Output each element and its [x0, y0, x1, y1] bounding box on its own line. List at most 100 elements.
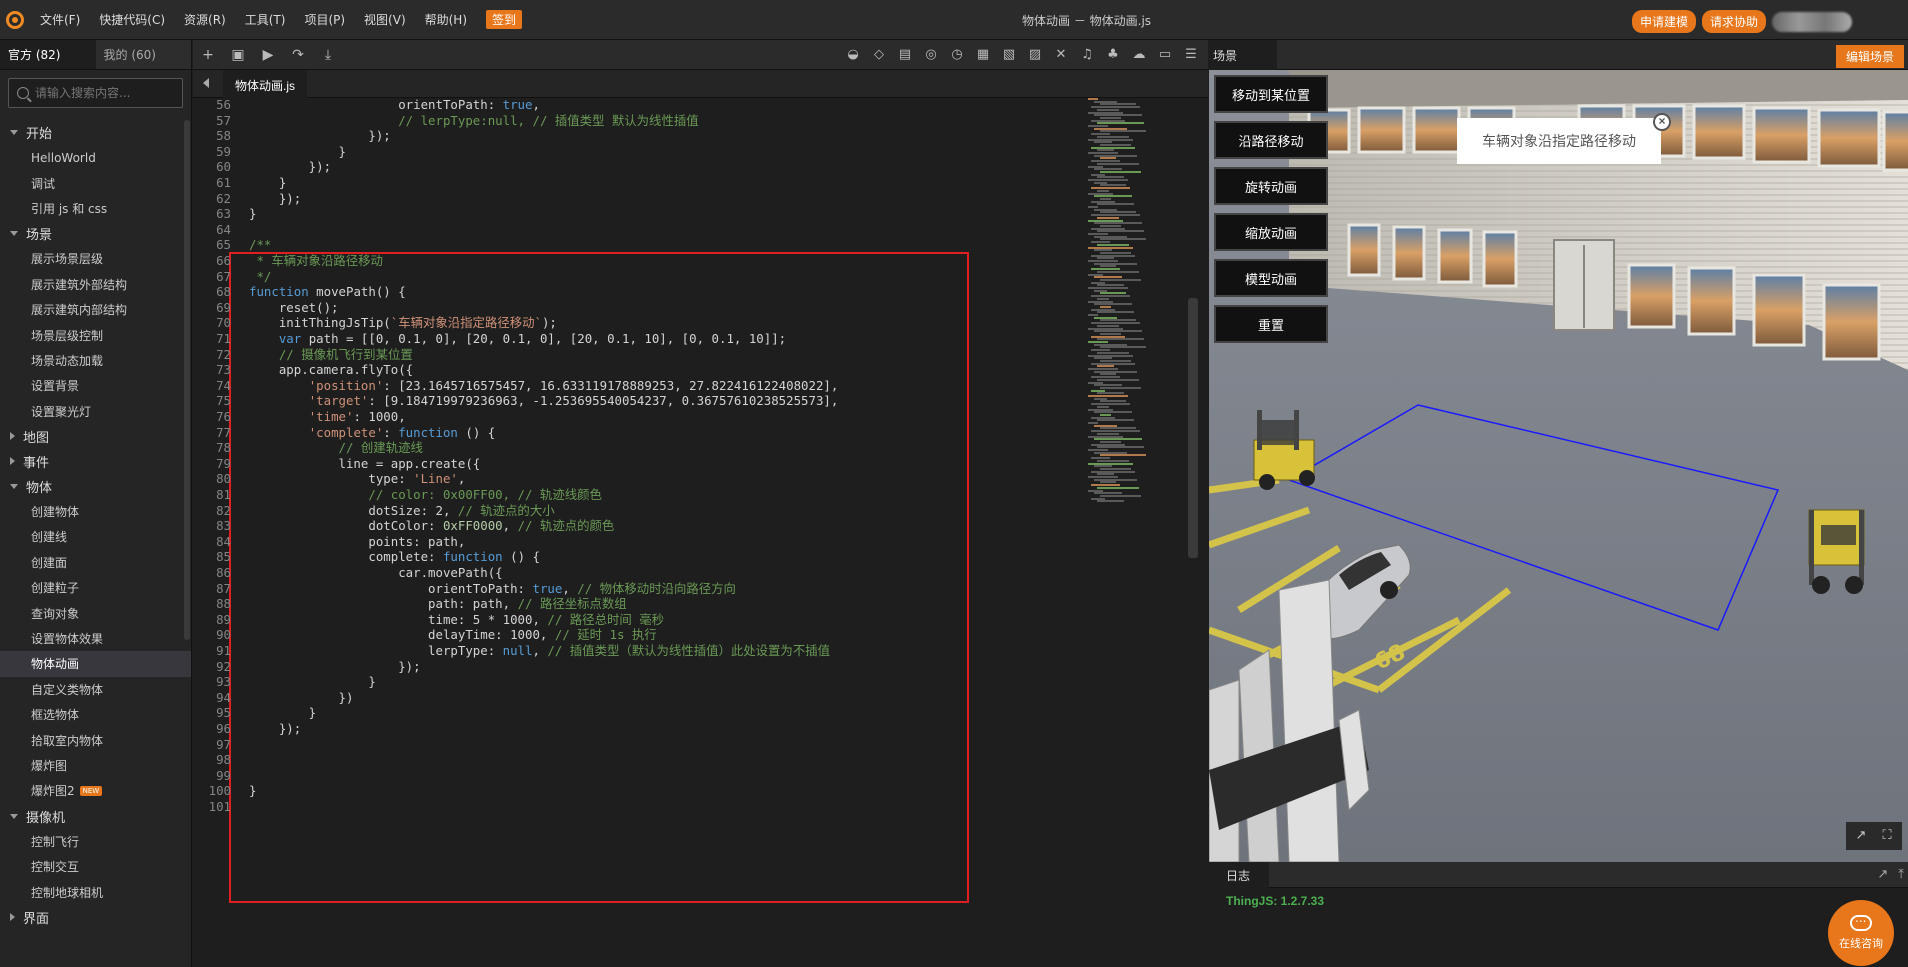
- building-icon[interactable]: ▤: [897, 47, 913, 63]
- user-avatar[interactable]: [1772, 11, 1852, 32]
- sidebar-item[interactable]: 设置背景: [0, 373, 191, 398]
- tab-file[interactable]: 物体动画.js: [223, 70, 308, 98]
- music-icon[interactable]: ♫: [1079, 47, 1095, 63]
- editor-scrollbar[interactable]: [1188, 298, 1198, 558]
- model-animation-button[interactable]: 模型动画: [1214, 259, 1328, 297]
- menu-help[interactable]: 帮助(H): [425, 11, 467, 28]
- menu-resources[interactable]: 资源(R): [184, 11, 226, 28]
- minimap-line: [1094, 208, 1117, 211]
- scene-viewport[interactable]: 68 移动到某位置 沿路径移动 旋转动画 缩放动画 模型动画 重置 车辆对象沿指…: [1209, 70, 1908, 862]
- cloud-icon[interactable]: ☁: [1131, 47, 1147, 63]
- sidebar-item[interactable]: 设置物体效果: [0, 626, 191, 651]
- apply-modeling-button[interactable]: 申请建模: [1631, 10, 1696, 33]
- minimap-line: [1091, 281, 1105, 284]
- reset-button[interactable]: 重置: [1214, 305, 1328, 343]
- tree-group[interactable]: 事件: [0, 449, 191, 474]
- fullscreen-icon[interactable]: ⛶: [1876, 826, 1898, 846]
- tab-mine[interactable]: 我的 (60): [96, 40, 192, 69]
- sidebar-item[interactable]: 爆炸图: [0, 753, 191, 778]
- move-to-position-button[interactable]: 移动到某位置: [1214, 75, 1328, 113]
- sidebar-item[interactable]: 展示建筑外部结构: [0, 272, 191, 297]
- window-title: 物体动画 － 物体动画.js: [1022, 14, 1152, 28]
- minimap-line: [1100, 319, 1136, 322]
- tab-official[interactable]: 官方 (82): [0, 40, 96, 69]
- cube-icon[interactable]: ◇: [871, 47, 887, 63]
- menu-snippets[interactable]: 快捷代码(C): [99, 11, 165, 28]
- clock-icon[interactable]: ◷: [949, 47, 965, 63]
- menu-project[interactable]: 项目(P): [304, 11, 345, 28]
- layout-icon[interactable]: ▦: [975, 47, 991, 63]
- code-editor[interactable]: 56 orientToPath: true, 57 // lerpType:nul…: [193, 98, 1208, 967]
- sky-icon[interactable]: ◒: [845, 47, 861, 63]
- download-icon[interactable]: ⤓: [320, 47, 336, 63]
- request-help-button[interactable]: 请求协助: [1701, 10, 1766, 33]
- tab-log[interactable]: 日志: [1209, 862, 1269, 888]
- tree-group[interactable]: 物体: [0, 474, 191, 499]
- sidebar-item[interactable]: 创建粒子: [0, 575, 191, 600]
- scale-animation-button[interactable]: 缩放动画: [1214, 213, 1328, 251]
- log-external-icon[interactable]: ↗: [1877, 866, 1888, 882]
- close-tip-icon[interactable]: ×: [1653, 113, 1671, 131]
- sidebar-item[interactable]: 设置聚光灯: [0, 399, 191, 424]
- sidebar-item[interactable]: 创建物体: [0, 499, 191, 524]
- connect-icon[interactable]: ✕: [1053, 47, 1069, 63]
- tab-scroll-left-icon[interactable]: [203, 78, 209, 88]
- run-icon[interactable]: ▶: [260, 47, 276, 63]
- tree-group[interactable]: 界面: [0, 905, 191, 930]
- sidebar-item[interactable]: 自定义类物体: [0, 677, 191, 702]
- sidebar-item[interactable]: 创建面: [0, 550, 191, 575]
- tree-group[interactable]: 地图: [0, 424, 191, 449]
- minimap-line: [1091, 227, 1125, 230]
- sidebar-item[interactable]: 展示场景层级: [0, 246, 191, 271]
- tree-group-label: 场景: [26, 228, 53, 244]
- code-line[interactable]: 101: [193, 797, 1093, 816]
- rotate-animation-button[interactable]: 旋转动画: [1214, 167, 1328, 205]
- sidebar-item[interactable]: 框选物体: [0, 702, 191, 727]
- sidebar-scrollbar[interactable]: [184, 120, 190, 640]
- sidebar-item[interactable]: HelloWorld: [0, 145, 191, 170]
- minimap-line: [1091, 470, 1135, 473]
- share-icon[interactable]: ↷: [290, 47, 306, 63]
- new-file-icon[interactable]: +: [200, 47, 216, 63]
- menu-file[interactable]: 文件(F): [40, 11, 80, 28]
- minimap-line: [1094, 114, 1142, 117]
- open-external-icon[interactable]: ↗: [1850, 826, 1872, 846]
- sidebar-item[interactable]: 场景动态加载: [0, 348, 191, 373]
- sidebar-item[interactable]: 物体动画: [0, 651, 191, 677]
- globe-icon[interactable]: ◎: [923, 47, 939, 63]
- sidebar-item[interactable]: 控制交互: [0, 854, 191, 879]
- tree-group[interactable]: 开始: [0, 120, 191, 145]
- menu-tools[interactable]: 工具(T): [245, 11, 286, 28]
- sidebar-item[interactable]: 展示建筑内部结构: [0, 297, 191, 322]
- minimap-line: [1091, 187, 1130, 190]
- sidebar-item[interactable]: 引用 js 和 css: [0, 196, 191, 221]
- sidebar-item[interactable]: 场景层级控制: [0, 322, 191, 347]
- sidebar-item[interactable]: 控制地球相机: [0, 879, 191, 904]
- tree-group[interactable]: 摄像机: [0, 804, 191, 829]
- menu-view[interactable]: 视图(V): [364, 11, 406, 28]
- image-icon[interactable]: ▧: [1001, 47, 1017, 63]
- sidebar-item[interactable]: 调试: [0, 170, 191, 195]
- search-input[interactable]: [35, 86, 175, 100]
- tab-scene[interactable]: 场景: [1209, 40, 1277, 70]
- save-icon[interactable]: ▣: [230, 47, 246, 63]
- code-minimap[interactable]: [1088, 98, 1183, 518]
- picture-icon[interactable]: ▨: [1027, 47, 1043, 63]
- log-upload-icon[interactable]: ⤒: [1898, 866, 1904, 882]
- minimap-line: [1100, 359, 1131, 362]
- notes-icon[interactable]: ▭: [1157, 47, 1173, 63]
- edit-scene-button[interactable]: 编辑场景: [1835, 45, 1904, 68]
- online-chat-button[interactable]: 在线咨询: [1828, 900, 1894, 966]
- move-along-path-button[interactable]: 沿路径移动: [1214, 121, 1328, 159]
- minimap-line: [1091, 268, 1120, 271]
- hierarchy-icon[interactable]: ♣: [1105, 47, 1121, 63]
- sidebar-item[interactable]: 拾取室内物体: [0, 727, 191, 752]
- tree-group[interactable]: 场景: [0, 221, 191, 246]
- sidebar-item-label: 展示建筑内部结构: [31, 303, 128, 318]
- settings-icon[interactable]: ☰: [1183, 47, 1199, 63]
- checkin-button[interactable]: 签到: [486, 10, 523, 29]
- sidebar-item[interactable]: 爆炸图2 NEW: [0, 778, 191, 803]
- sidebar-item[interactable]: 创建线: [0, 524, 191, 549]
- sidebar-item[interactable]: 查询对象: [0, 600, 191, 625]
- sidebar-item[interactable]: 控制飞行: [0, 829, 191, 854]
